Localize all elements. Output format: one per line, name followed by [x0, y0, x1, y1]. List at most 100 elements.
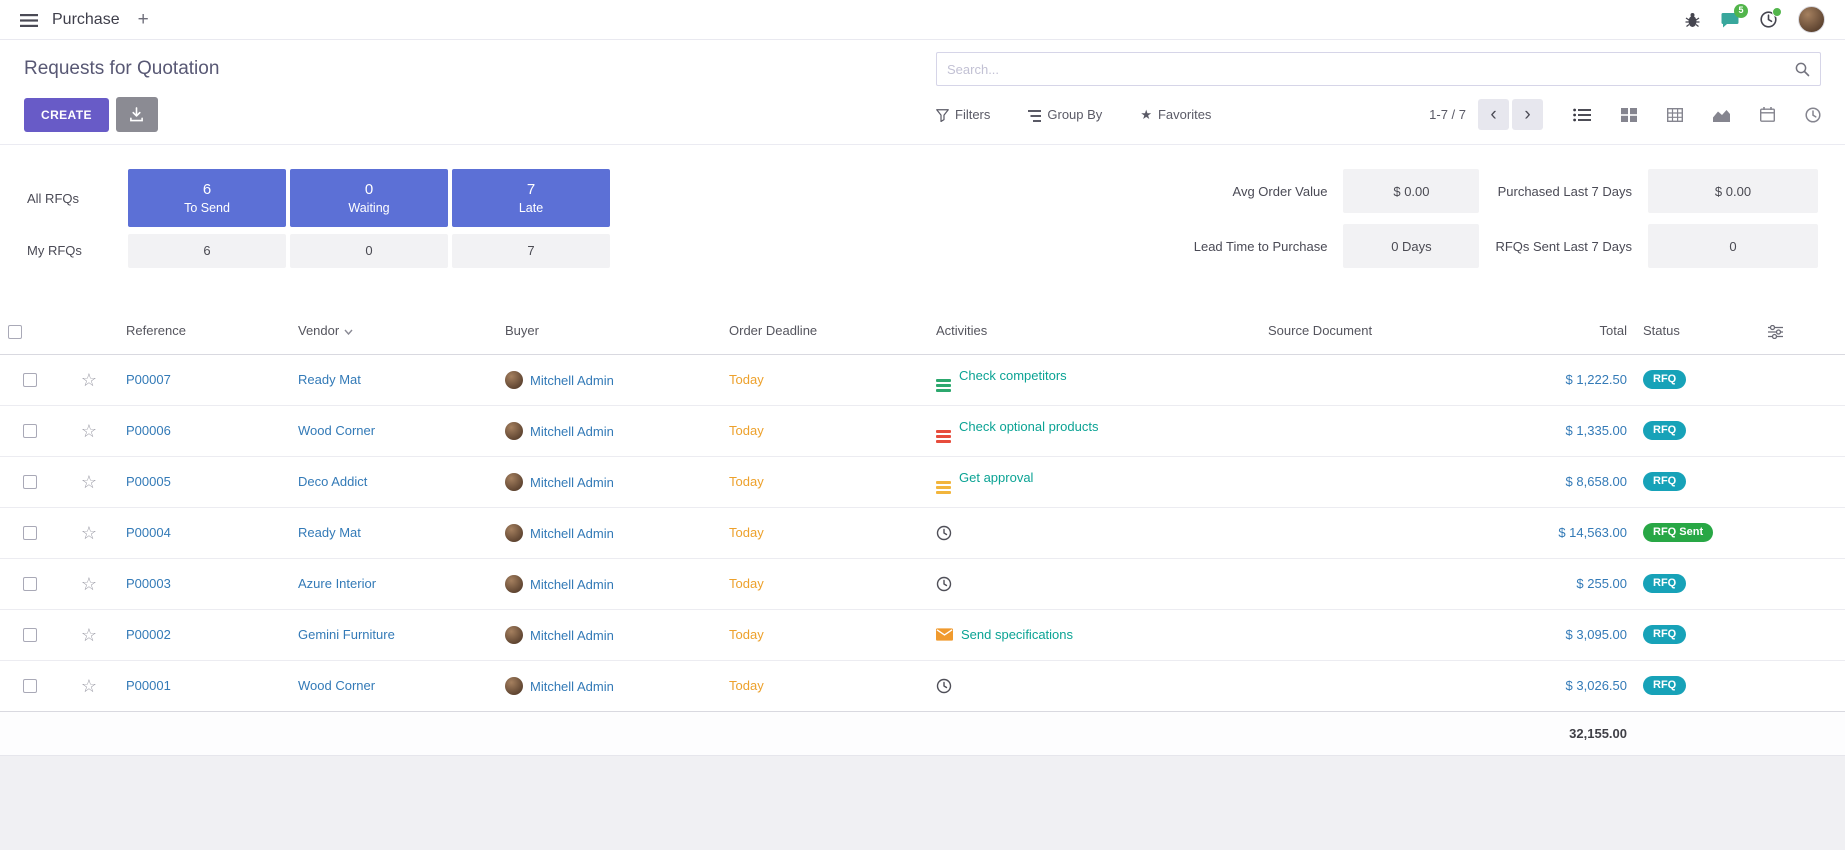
reference-link[interactable]: P00005	[126, 474, 171, 489]
filters-button[interactable]: Filters	[936, 107, 990, 123]
debug-icon[interactable]	[1685, 11, 1700, 28]
activities-clock-icon[interactable]	[1760, 11, 1777, 28]
vendor-link[interactable]: Ready Mat	[298, 372, 361, 387]
vendor-link[interactable]: Wood Corner	[298, 423, 375, 438]
table-row[interactable]: ☆ P00005 Deco Addict Mitchell Admin Toda…	[0, 456, 1845, 507]
row-checkbox[interactable]	[23, 526, 37, 540]
vendor-link[interactable]: Gemini Furniture	[298, 627, 395, 642]
column-header-source-document[interactable]: Source Document	[1260, 308, 1480, 354]
user-avatar[interactable]	[1798, 6, 1825, 33]
vendor-link[interactable]: Deco Addict	[298, 474, 367, 489]
buyer-link[interactable]: Mitchell Admin	[530, 526, 614, 541]
control-panel: Requests for Quotation CREATE Filters	[0, 40, 1845, 145]
column-header-total[interactable]: Total	[1480, 308, 1635, 354]
buyer-link[interactable]: Mitchell Admin	[530, 679, 614, 694]
my-waiting-count[interactable]: 0	[290, 234, 448, 268]
buyer-link[interactable]: Mitchell Admin	[530, 475, 614, 490]
row-checkbox[interactable]	[23, 475, 37, 489]
column-header-status[interactable]: Status	[1635, 308, 1760, 354]
source-document-cell	[1260, 660, 1480, 711]
view-kanban-icon[interactable]	[1621, 106, 1637, 122]
row-checkbox[interactable]	[23, 577, 37, 591]
table-row[interactable]: ☆ P00003 Azure Interior Mitchell Admin T…	[0, 558, 1845, 609]
checklist-activity-icon[interactable]	[936, 430, 951, 443]
vendor-link[interactable]: Ready Mat	[298, 525, 361, 540]
buyer-link[interactable]: Mitchell Admin	[530, 577, 614, 592]
column-header-order-deadline[interactable]: Order Deadline	[721, 308, 928, 354]
my-to-send-count[interactable]: 6	[128, 234, 286, 268]
checklist-activity-icon[interactable]	[936, 379, 951, 392]
activity-label[interactable]: Check optional products	[959, 419, 1098, 434]
buyer-link[interactable]: Mitchell Admin	[530, 373, 614, 388]
my-late-count[interactable]: 7	[452, 234, 610, 268]
favorites-button[interactable]: ★ Favorites	[1140, 107, 1211, 123]
reference-link[interactable]: P00006	[126, 423, 171, 438]
favorite-star-icon[interactable]: ☆	[81, 523, 97, 543]
pager-previous-button[interactable]: ‹	[1478, 99, 1509, 130]
buyer-link[interactable]: Mitchell Admin	[530, 628, 614, 643]
row-checkbox[interactable]	[23, 628, 37, 642]
clock-activity-icon[interactable]	[936, 576, 952, 592]
kpi-lead-time: 0 Days	[1343, 224, 1479, 268]
create-button[interactable]: CREATE	[24, 98, 109, 132]
buyer-avatar	[505, 422, 523, 440]
row-checkbox[interactable]	[23, 373, 37, 387]
total-amount: $ 255.00	[1576, 576, 1627, 591]
view-activity-icon[interactable]	[1805, 106, 1821, 122]
new-tab-icon[interactable]: +	[138, 10, 149, 29]
view-graph-icon[interactable]	[1713, 106, 1730, 122]
reference-link[interactable]: P00004	[126, 525, 171, 540]
reference-link[interactable]: P00001	[126, 678, 171, 693]
tile-waiting[interactable]: 0 Waiting	[290, 169, 448, 227]
favorite-star-icon[interactable]: ☆	[81, 421, 97, 441]
table-row[interactable]: ☆ P00001 Wood Corner Mitchell Admin Toda…	[0, 660, 1845, 711]
view-pivot-icon[interactable]	[1667, 106, 1683, 122]
checklist-activity-icon[interactable]	[936, 481, 951, 494]
search-input[interactable]	[947, 62, 1795, 77]
column-header-vendor[interactable]: Vendor	[290, 308, 497, 354]
favorite-star-icon[interactable]: ☆	[81, 676, 97, 696]
row-checkbox[interactable]	[23, 679, 37, 693]
status-badge: RFQ	[1643, 676, 1686, 695]
group-by-button[interactable]: Group By	[1028, 107, 1102, 123]
column-header-buyer[interactable]: Buyer	[497, 308, 721, 354]
activity-label[interactable]: Get approval	[959, 470, 1033, 485]
favorite-star-icon[interactable]: ☆	[81, 574, 97, 594]
menu-icon[interactable]	[20, 12, 38, 27]
reference-link[interactable]: P00003	[126, 576, 171, 591]
buyer-link[interactable]: Mitchell Admin	[530, 424, 614, 439]
clock-activity-icon[interactable]	[936, 525, 952, 541]
activity-label[interactable]: Send specifications	[961, 627, 1073, 642]
tile-late[interactable]: 7 Late	[452, 169, 610, 227]
app-name[interactable]: Purchase	[52, 11, 120, 29]
messages-icon[interactable]: 5	[1721, 11, 1739, 28]
table-row[interactable]: ☆ P00002 Gemini Furniture Mitchell Admin…	[0, 609, 1845, 660]
pager-next-button[interactable]: ›	[1512, 99, 1543, 130]
view-list-icon[interactable]	[1573, 106, 1591, 122]
table-row[interactable]: ☆ P00006 Wood Corner Mitchell Admin Toda…	[0, 405, 1845, 456]
view-calendar-icon[interactable]	[1760, 106, 1775, 122]
favorite-star-icon[interactable]: ☆	[81, 472, 97, 492]
table-row[interactable]: ☆ P00004 Ready Mat Mitchell Admin Today …	[0, 507, 1845, 558]
reference-link[interactable]: P00007	[126, 372, 171, 387]
activity-label[interactable]: Check competitors	[959, 368, 1067, 383]
clock-activity-icon[interactable]	[936, 678, 952, 694]
select-all-checkbox[interactable]	[8, 325, 22, 339]
export-button[interactable]	[116, 97, 158, 132]
favorite-star-icon[interactable]: ☆	[81, 625, 97, 645]
column-header-reference[interactable]: Reference	[118, 308, 290, 354]
tile-count: 7	[527, 181, 535, 198]
tile-to-send[interactable]: 6 To Send	[128, 169, 286, 227]
content-background	[0, 755, 1845, 850]
column-header-activities[interactable]: Activities	[928, 308, 1260, 354]
row-checkbox[interactable]	[23, 424, 37, 438]
search-icon[interactable]	[1795, 61, 1810, 77]
vendor-link[interactable]: Azure Interior	[298, 576, 376, 591]
favorite-star-icon[interactable]: ☆	[81, 370, 97, 390]
search-box[interactable]	[936, 52, 1821, 86]
vendor-link[interactable]: Wood Corner	[298, 678, 375, 693]
table-row[interactable]: ☆ P00007 Ready Mat Mitchell Admin Today …	[0, 354, 1845, 405]
reference-link[interactable]: P00002	[126, 627, 171, 642]
column-options-icon[interactable]	[1768, 323, 1783, 338]
envelope-activity-icon[interactable]	[936, 628, 953, 641]
